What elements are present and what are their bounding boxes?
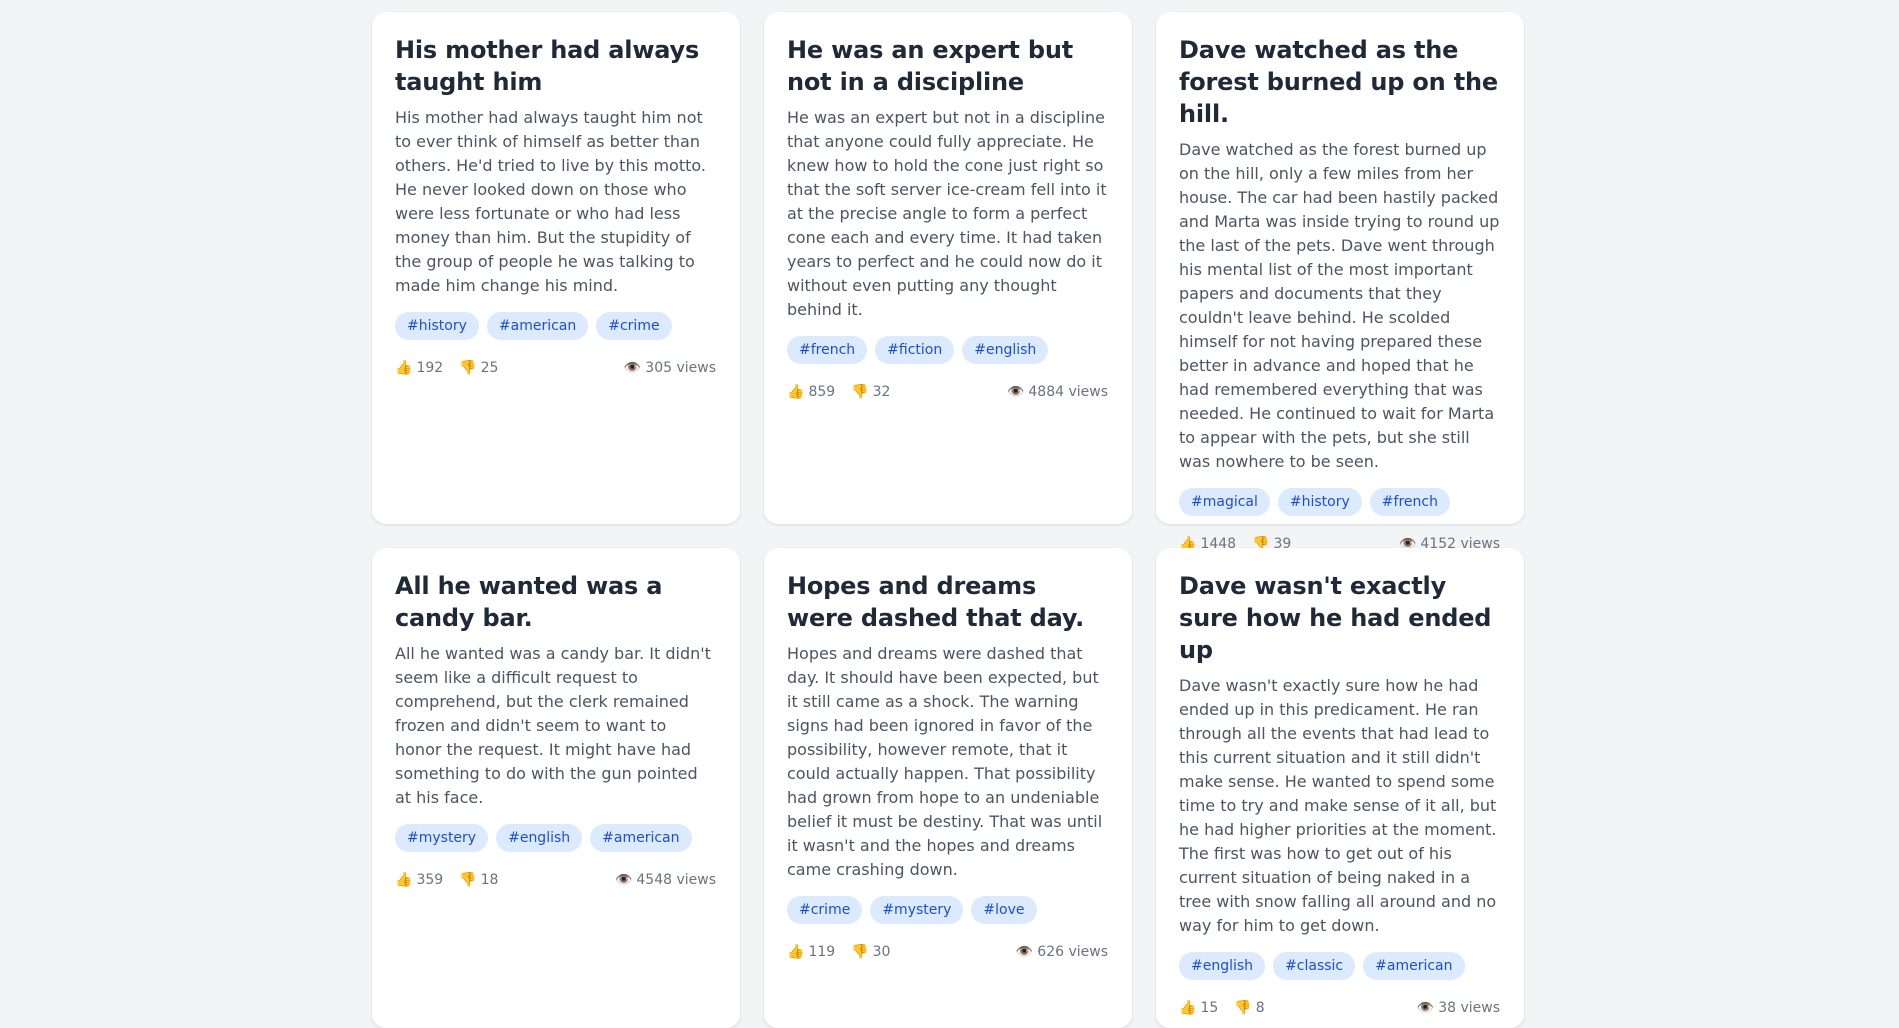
eye-icon: 👁️ xyxy=(623,360,642,376)
view-count: 👁️ 626 views xyxy=(1016,942,1108,962)
tag-chip[interactable]: #classic xyxy=(1273,952,1356,980)
like-button[interactable]: 👍 15 xyxy=(1179,998,1218,1018)
tag-list: #french #fiction #english xyxy=(787,336,1108,364)
post-title[interactable]: Hopes and dreams were dashed that day. xyxy=(787,570,1108,634)
tag-list: #crime #mystery #love xyxy=(787,896,1108,924)
dislike-count: 25 xyxy=(480,360,499,376)
post-title[interactable]: Dave wasn't exactly sure how he had ende… xyxy=(1179,570,1500,666)
tag-chip[interactable]: #fiction xyxy=(875,336,955,364)
post-card[interactable]: Dave wasn't exactly sure how he had ende… xyxy=(1156,548,1524,1028)
like-count: 359 xyxy=(416,872,444,888)
dislike-count: 18 xyxy=(480,872,499,888)
eye-icon: 👁️ xyxy=(1006,384,1025,400)
reactions: 👍 859 👎 32 xyxy=(787,382,890,402)
tag-list: #english #classic #american xyxy=(1179,952,1500,980)
tag-list: #history #american #crime xyxy=(395,312,716,340)
thumbs-up-icon: 👍 xyxy=(395,360,413,376)
like-button[interactable]: 👍 859 xyxy=(787,382,835,402)
dislike-button[interactable]: 👎 8 xyxy=(1234,998,1264,1018)
post-stats: 👍 192 👎 25 👁️ 305 views xyxy=(395,354,716,382)
post-body: All he wanted was a candy bar. It didn't… xyxy=(395,644,711,807)
like-button[interactable]: 👍 192 xyxy=(395,358,443,378)
view-count: 👁️ 4884 views xyxy=(1007,382,1108,402)
dislike-button[interactable]: 👎 32 xyxy=(851,382,890,402)
like-count: 119 xyxy=(808,944,836,960)
tag-chip[interactable]: #mystery xyxy=(395,824,489,852)
thumbs-down-icon: 👎 xyxy=(459,360,477,376)
post-card[interactable]: All he wanted was a candy bar. All he wa… xyxy=(372,548,740,1028)
view-count: 👁️ 305 views xyxy=(624,358,716,378)
dislike-count: 32 xyxy=(872,384,891,400)
tag-chip[interactable]: #american xyxy=(590,824,692,852)
post-card[interactable]: Hopes and dreams were dashed that day. H… xyxy=(764,548,1132,1028)
like-count: 859 xyxy=(808,384,836,400)
post-body: Dave watched as the forest burned up on … xyxy=(1179,140,1500,471)
view-count: 👁️ 4548 views xyxy=(615,870,716,890)
thumbs-up-icon: 👍 xyxy=(787,384,805,400)
tag-chip[interactable]: #crime xyxy=(787,896,863,924)
tag-list: #mystery #english #american xyxy=(395,824,716,852)
tag-chip[interactable]: #american xyxy=(1363,952,1465,980)
tag-chip[interactable]: #love xyxy=(971,896,1037,924)
dislike-button[interactable]: 👎 25 xyxy=(459,358,498,378)
thumbs-down-icon: 👎 xyxy=(851,944,869,960)
eye-icon: 👁️ xyxy=(614,872,633,888)
tag-chip[interactable]: #magical xyxy=(1179,488,1270,516)
posts-grid: His mother had always taught him His mot… xyxy=(372,12,1524,1028)
post-stats: 👍 15 👎 8 👁️ 38 views xyxy=(1179,994,1500,1022)
reactions: 👍 359 👎 18 xyxy=(395,870,498,890)
thumbs-down-icon: 👎 xyxy=(1234,1000,1252,1016)
view-count-label: 4548 views xyxy=(636,872,716,888)
like-count: 15 xyxy=(1200,1000,1219,1016)
dislike-count: 30 xyxy=(872,944,891,960)
like-button[interactable]: 👍 359 xyxy=(395,870,443,890)
post-card[interactable]: He was an expert but not in a discipline… xyxy=(764,12,1132,524)
thumbs-up-icon: 👍 xyxy=(1179,1000,1197,1016)
post-card[interactable]: His mother had always taught him His mot… xyxy=(372,12,740,524)
view-count-label: 4884 views xyxy=(1028,384,1108,400)
post-card[interactable]: Dave watched as the forest burned up on … xyxy=(1156,12,1524,552)
tag-chip[interactable]: #american xyxy=(486,312,589,340)
thumbs-down-icon: 👎 xyxy=(851,384,869,400)
post-body: Dave wasn't exactly sure how he had ende… xyxy=(1179,676,1497,935)
post-stats: 👍 359 👎 18 👁️ 4548 views xyxy=(395,866,716,894)
tag-chip[interactable]: #english xyxy=(962,336,1049,364)
thumbs-up-icon: 👍 xyxy=(395,872,413,888)
view-count-label: 305 views xyxy=(645,360,716,376)
post-body: His mother had always taught him not to … xyxy=(395,108,706,295)
post-body: He was an expert but not in a discipline… xyxy=(787,108,1107,319)
like-count: 192 xyxy=(416,360,444,376)
post-stats: 👍 859 👎 32 👁️ 4884 views xyxy=(787,378,1108,406)
thumbs-down-icon: 👎 xyxy=(459,872,477,888)
dislike-count: 8 xyxy=(1255,1000,1265,1016)
tag-chip[interactable]: #history xyxy=(1277,488,1362,516)
view-count-label: 38 views xyxy=(1438,1000,1500,1016)
reactions: 👍 15 👎 8 xyxy=(1179,998,1265,1018)
tag-chip[interactable]: #history xyxy=(395,312,479,340)
tag-list: #magical #history #french xyxy=(1179,488,1500,516)
tag-chip[interactable]: #english xyxy=(496,824,583,852)
post-title[interactable]: Dave watched as the forest burned up on … xyxy=(1179,34,1500,130)
reactions: 👍 192 👎 25 xyxy=(395,358,498,378)
thumbs-up-icon: 👍 xyxy=(787,944,805,960)
tag-chip[interactable]: #mystery xyxy=(870,896,964,924)
eye-icon: 👁️ xyxy=(1416,1000,1435,1016)
post-title[interactable]: His mother had always taught him xyxy=(395,34,716,98)
tag-chip[interactable]: #french xyxy=(787,336,868,364)
eye-icon: 👁️ xyxy=(1015,944,1034,960)
reactions: 👍 119 👎 30 xyxy=(787,942,890,962)
tag-chip[interactable]: #crime xyxy=(596,312,672,340)
like-button[interactable]: 👍 119 xyxy=(787,942,835,962)
dislike-button[interactable]: 👎 18 xyxy=(459,870,498,890)
dislike-button[interactable]: 👎 30 xyxy=(851,942,890,962)
view-count-label: 626 views xyxy=(1037,944,1108,960)
post-stats: 👍 119 👎 30 👁️ 626 views xyxy=(787,938,1108,966)
post-title[interactable]: He was an expert but not in a discipline xyxy=(787,34,1108,98)
tag-chip[interactable]: #english xyxy=(1179,952,1266,980)
tag-chip[interactable]: #french xyxy=(1369,488,1450,516)
view-count: 👁️ 38 views xyxy=(1417,998,1500,1018)
post-body: Hopes and dreams were dashed that day. I… xyxy=(787,644,1103,879)
post-title[interactable]: All he wanted was a candy bar. xyxy=(395,570,716,634)
